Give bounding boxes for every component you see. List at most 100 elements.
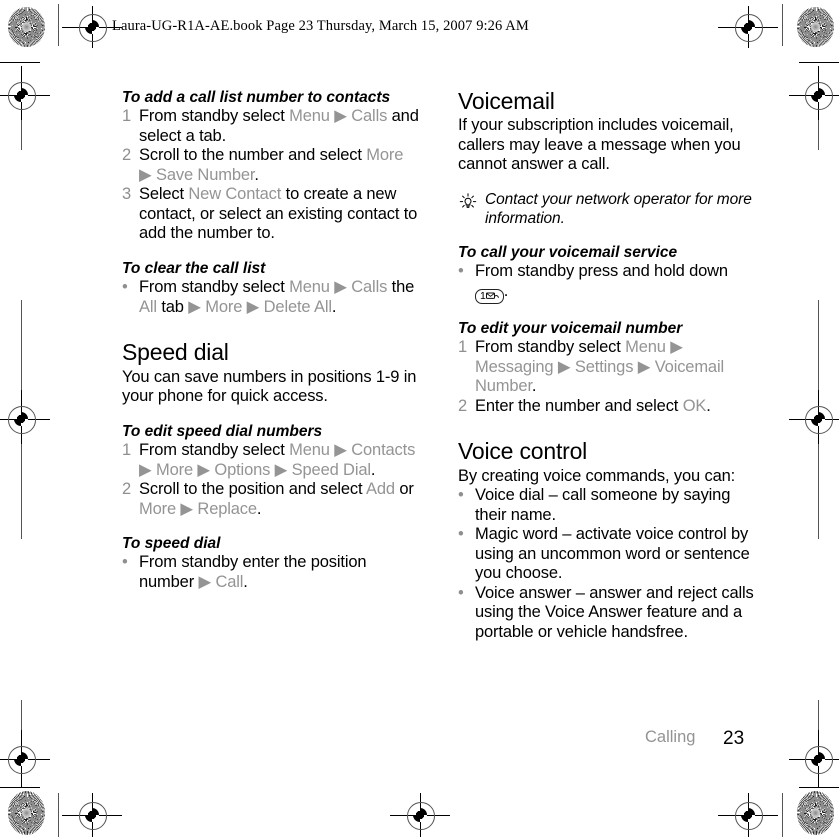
step-text: From standby select Menu ▶ Contacts ▶ Mo… [139, 441, 420, 480]
ui-reference: Contacts [351, 441, 416, 460]
ui-reference: More [139, 499, 176, 518]
tip-note: Contact your network operator for more i… [458, 190, 758, 228]
ui-reference: Save Number [155, 165, 255, 184]
registration-mark-right-middle [789, 390, 839, 448]
navigation-arrow: ▶ [329, 278, 352, 297]
print-calibration-starburst-bottom-left [8, 791, 45, 835]
bullet-marker: • [122, 278, 128, 297]
bullet-step: • From standby enter the position number … [122, 553, 420, 592]
trim-mark-top-left-horizontal [0, 62, 40, 63]
procedure-heading: To add a call list number to contacts [122, 89, 391, 106]
section-heading: Voice control [458, 438, 588, 465]
step-text: From standby enter the position number ▶… [139, 553, 420, 592]
navigation-arrow: ▶ [270, 460, 292, 479]
trim-mark-bottom-right-horizontal [799, 787, 839, 788]
envelope-icon-svg [485, 292, 499, 299]
body-text-run: . [706, 396, 711, 415]
ui-reference: New Contact [188, 185, 282, 204]
navigation-arrow: ▶ [329, 107, 352, 126]
body-text-run: Scroll to the position and select [139, 480, 366, 499]
navigation-arrow: ▶ [188, 297, 206, 316]
numbered-step: 1 From standby select Menu ▶ Messaging ▶ … [458, 338, 758, 397]
step-number: 2 [122, 480, 132, 499]
margin-rule-right-upper [818, 120, 819, 150]
ui-reference: Calls [351, 278, 388, 297]
footer-chapter-label: Calling [645, 728, 696, 746]
body-text-run: or [394, 480, 414, 499]
margin-rule-left-upper [21, 120, 22, 150]
bullet-marker: • [458, 525, 464, 544]
navigation-arrow: ▶ [242, 297, 264, 316]
ui-reference: Menu [289, 441, 330, 460]
margin-rule-bottom-left [58, 793, 59, 837]
bullet-marker: • [458, 583, 464, 602]
numbered-step: 1 From standby select Menu ▶ Calls and se… [122, 107, 420, 146]
body-text-run: . [531, 377, 537, 396]
body-text-run: From standby enter the position number [139, 553, 367, 591]
margin-rule-top-left [58, 4, 59, 46]
step-number: 1 [458, 338, 468, 357]
ui-reference: Call [215, 572, 244, 591]
step-text: From standby select Menu ▶ Calls the All… [139, 278, 420, 317]
navigation-arrow: ▶ [139, 460, 156, 479]
body-text-run: From standby select [139, 107, 290, 126]
step-number: 3 [122, 185, 132, 204]
body-text-run: From standby select [475, 338, 626, 357]
trim-mark-top-right-horizontal [799, 62, 839, 63]
navigation-arrow: ▶ [198, 572, 216, 591]
procedure-heading: To call your voicemail service [458, 243, 678, 261]
body-text-run: the [387, 278, 415, 297]
body-text-run: . [256, 499, 262, 518]
right-text-column: Voicemail If your subscription includes v… [458, 88, 758, 642]
step-text: Scroll to the number and select More ▶ S… [139, 146, 420, 185]
body-paragraph: You can save numbers in positions 1-9 in… [122, 367, 417, 406]
body-text-run: Select [139, 185, 189, 204]
step-text: From standby select Menu ▶ Calls and sel… [139, 107, 420, 146]
ui-reference: Calls [351, 107, 388, 126]
registration-mark-bottom-center [390, 793, 450, 837]
book-file-info-line: Laura-UG-R1A-AE.book Page 23 Thursday, M… [112, 18, 529, 34]
numbered-step: 2 Scroll to the position and select Add o… [122, 480, 420, 519]
body-text-run: . [503, 281, 509, 300]
navigation-arrow: ▶ [553, 357, 575, 376]
procedure-heading: To clear the call list [122, 259, 266, 277]
margin-rule-left-mid-upper [21, 300, 22, 395]
footer-page-number: 23 [723, 728, 745, 749]
numbered-step: 2 Enter the number and select OK. [458, 397, 758, 417]
ui-reference: Speed Dial [291, 460, 371, 479]
lightbulb-icon [458, 192, 478, 217]
left-text-column: To add a call list number to contacts 1 Fr… [122, 88, 420, 592]
body-text-run: Scroll to the number and select [139, 146, 367, 165]
step-number: 2 [122, 146, 132, 165]
bullet-step: • Voice answer – answer and reject calls … [458, 584, 758, 643]
keypad-key-1-voicemail: 1 [475, 288, 504, 304]
navigation-arrow: ▶ [633, 357, 655, 376]
navigation-arrow: ▶ [176, 499, 198, 518]
ui-reference: Replace [197, 499, 257, 518]
navigation-arrow: ▶ [139, 165, 156, 184]
print-calibration-starburst-top-left [8, 7, 45, 47]
bullet-step: • From standby select Menu ▶ Calls the Al… [122, 278, 420, 317]
procedure-heading: To edit speed dial numbers [122, 422, 323, 440]
print-calibration-starburst-bottom-right [797, 791, 834, 835]
body-text-run: . [243, 572, 248, 591]
ui-reference: Add [365, 480, 395, 499]
body-text-run: . [370, 460, 376, 479]
step-number: 1 [122, 441, 132, 460]
body-text-run: From standby press and hold down [475, 262, 728, 281]
section-heading: Speed dial [122, 339, 229, 366]
margin-rule-right-mid-upper [818, 300, 819, 395]
registration-mark-bottom-left [62, 793, 122, 837]
body-text-run: Voice dial – call someone by saying thei… [475, 486, 731, 524]
body-text-run: . [331, 297, 337, 316]
envelope-icon [485, 290, 499, 302]
step-text: Voice dial – call someone by saying thei… [475, 486, 758, 525]
procedure-heading: To speed dial [122, 535, 221, 553]
ui-reference: Messaging [475, 357, 554, 376]
